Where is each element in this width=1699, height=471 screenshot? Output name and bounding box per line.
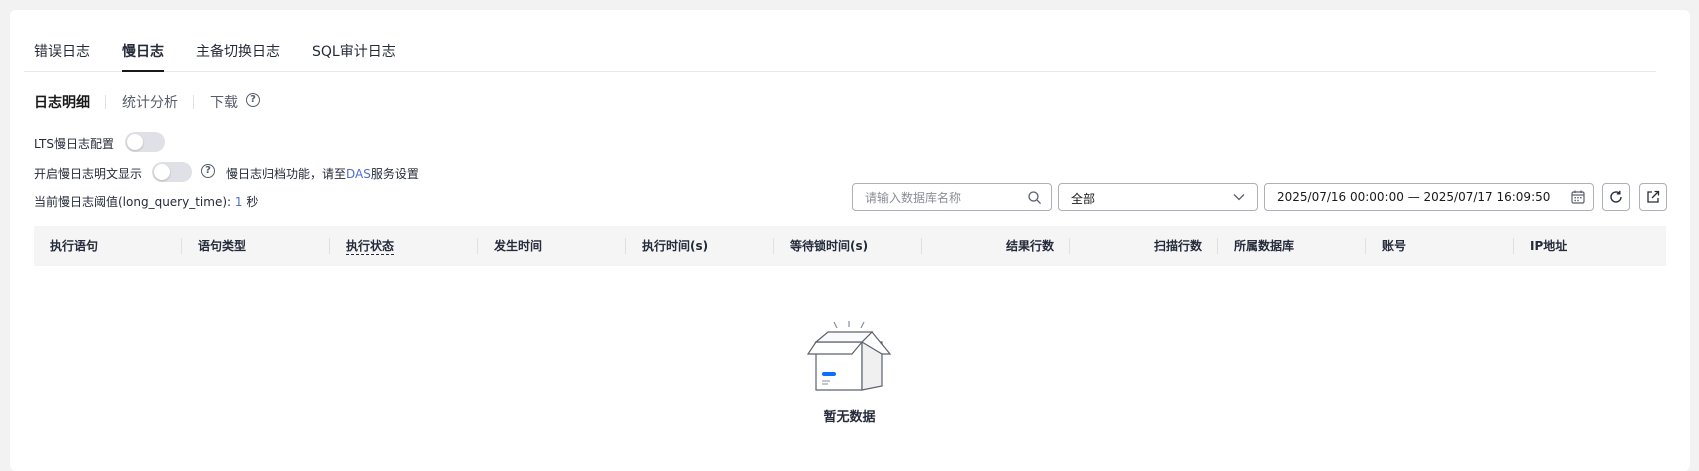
threshold-info: 当前慢日志阈值(long_query_time): 1 秒 [34,193,258,210]
statement-type-select[interactable]: 全部 [1058,183,1258,211]
column-divider [921,238,922,254]
subtab-download[interactable]: 下载 [210,92,238,112]
tab-slow-log[interactable]: 慢日志 [122,41,164,72]
subtab-divider [105,95,106,109]
tab-error-log[interactable]: 错误日志 [34,41,90,71]
column-divider [1365,238,1366,254]
column-divider [181,238,182,254]
toggle-knob [154,164,170,180]
col-database: 所属数据库 [1234,239,1295,253]
column-divider [1069,238,1070,254]
lts-config-label: LTS慢日志配置 [34,137,114,151]
refresh-icon [1610,190,1622,203]
empty-box-icon [806,321,892,391]
threshold-value: 1 [234,195,243,209]
col-occur-time: 发生时间 [494,239,543,253]
threshold-label: 当前慢日志阈值(long_query_time): [34,195,232,209]
col-exec-status[interactable]: 执行状态 [346,226,395,266]
date-range-value: 2025/07/16 00:00:00 — 2025/07/17 16:09:5… [1277,190,1551,204]
refresh-button[interactable] [1602,183,1630,211]
lts-config-toggle[interactable] [125,132,165,152]
column-divider [477,238,478,254]
das-link[interactable]: DAS [346,167,371,181]
column-divider [625,238,626,254]
archive-hint-suffix: 服务设置 [370,167,419,181]
col-account: 账号 [1382,239,1407,253]
date-range-picker[interactable]: 2025/07/16 00:00:00 — 2025/07/17 16:09:5… [1264,183,1594,211]
toggle-knob [127,134,143,150]
col-statement-type: 语句类型 [198,239,247,253]
col-statement: 执行语句 [50,239,99,253]
chevron-down-icon [1233,194,1245,201]
statement-type-value: 全部 [1071,192,1096,206]
subtab-log-detail[interactable]: 日志明细 [34,92,90,112]
column-divider [773,238,774,254]
table-header: 执行语句 语句类型 执行状态 发生时间 执行时间(s) 等待锁时间(s) 结果行… [34,226,1666,266]
log-type-tabs: 错误日志 慢日志 主备切换日志 SQL审计日志 [24,31,1656,72]
threshold-unit: 秒 [246,195,259,209]
search-icon[interactable] [1028,191,1041,204]
tab-failover-log[interactable]: 主备切换日志 [196,41,280,71]
subtab-statistics[interactable]: 统计分析 [122,92,178,112]
database-search-input[interactable] [863,188,1027,208]
col-lock-wait-time: 等待锁时间(s) [790,239,869,253]
col-exec-time: 执行时间(s) [642,239,709,253]
archive-hint-prefix: 慢日志归档功能，请至 [226,167,347,181]
tab-sql-audit-log[interactable]: SQL审计日志 [312,41,396,71]
export-icon [1647,190,1660,203]
col-exec-status-label[interactable]: 执行状态 [346,238,395,255]
column-divider [329,238,330,254]
col-scanned-rows: 扫描行数 [1153,239,1202,253]
calendar-icon[interactable] [1571,190,1585,204]
archive-hint: 慢日志归档功能，请至DAS服务设置 [226,165,419,182]
column-divider [1513,238,1514,254]
database-search-box[interactable] [852,183,1052,211]
empty-state-text: 暂无数据 [823,410,876,425]
plaintext-display-label: 开启慢日志明文显示 [34,167,143,181]
subtab-divider [193,95,194,109]
download-help-icon[interactable]: ? [246,93,260,107]
column-divider [1217,238,1218,254]
col-result-rows: 结果行数 [1005,239,1054,253]
plaintext-display-toggle[interactable] [152,162,192,182]
export-button[interactable] [1639,183,1667,211]
plaintext-help-icon[interactable]: ? [201,164,215,178]
col-ip-address: IP地址 [1530,239,1568,253]
